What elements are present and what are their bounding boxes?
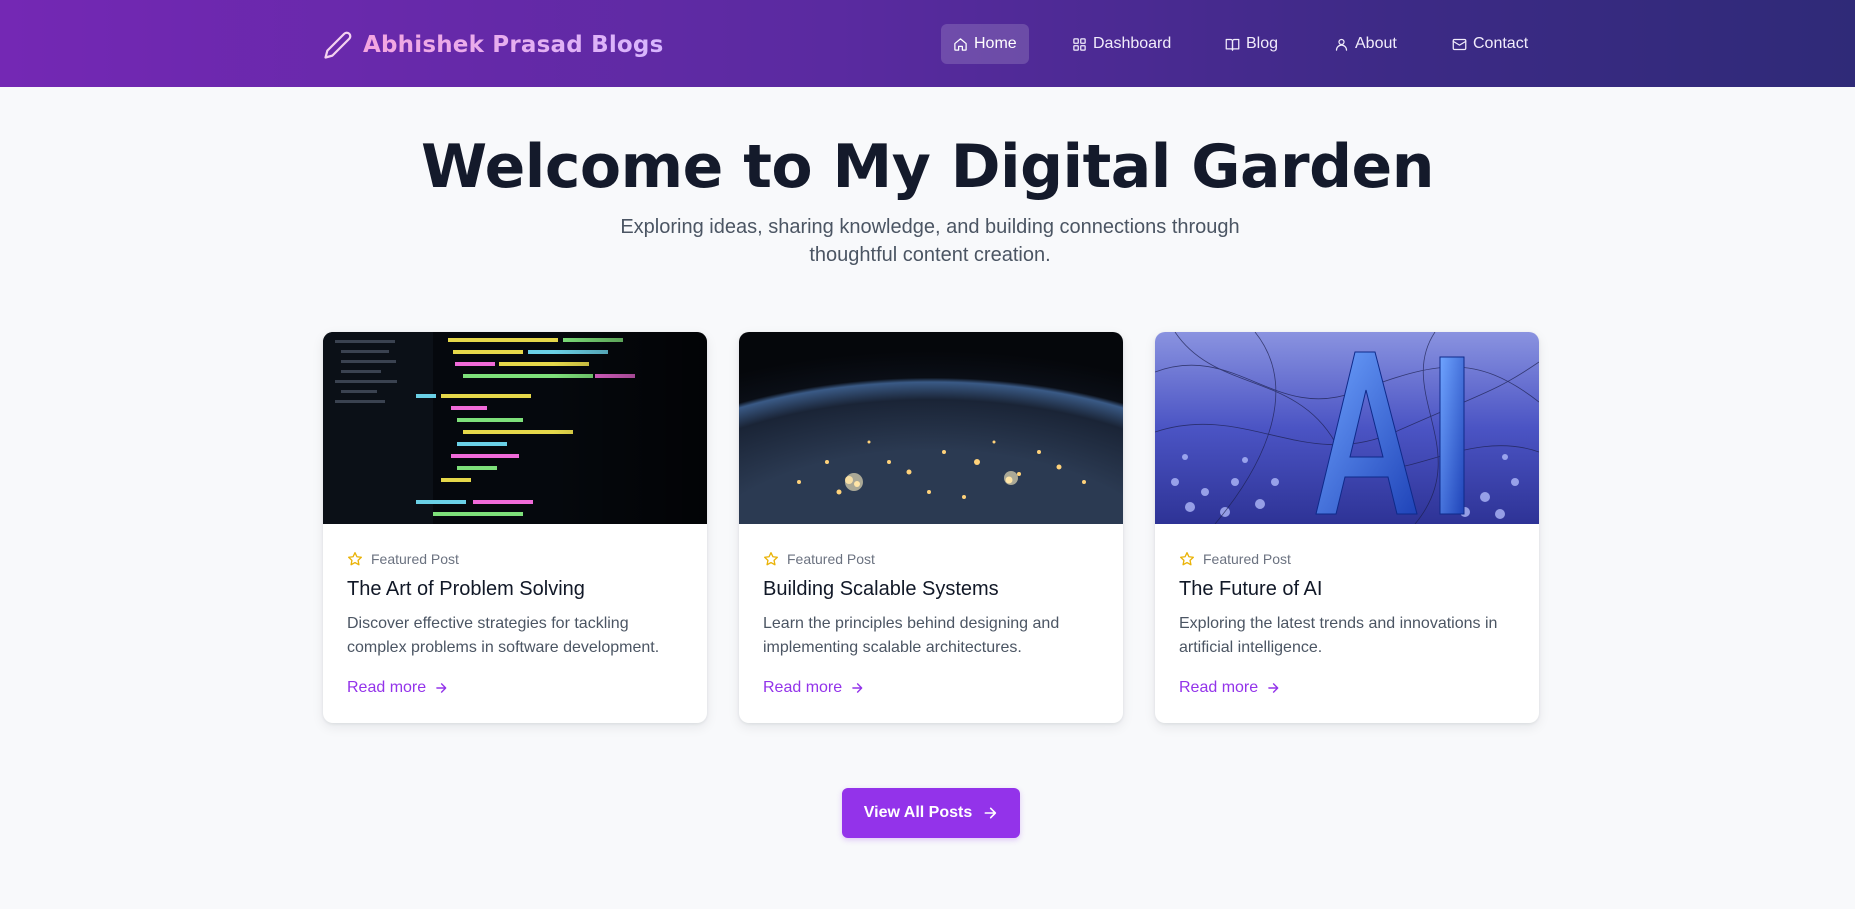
site-header: Abhishek Prasad Blogs Home Dashboard Blo… xyxy=(0,0,1855,87)
page-subtitle: Exploring ideas, sharing knowledge, and … xyxy=(620,216,1240,266)
user-icon xyxy=(1335,38,1348,51)
featured-badge: Featured Post xyxy=(347,549,459,569)
nav-item-contact[interactable]: Contact xyxy=(1440,24,1540,64)
star-icon xyxy=(1180,552,1194,566)
star-icon xyxy=(764,552,778,566)
nav-item-label: Home xyxy=(974,35,1017,52)
nav-item-label: Contact xyxy=(1473,35,1529,52)
post-title[interactable]: The Future of AI xyxy=(1179,578,1519,601)
nav-item-blog[interactable]: Blog xyxy=(1213,24,1290,64)
read-more-link[interactable]: Read more xyxy=(1179,677,1280,699)
mail-icon xyxy=(1452,38,1467,50)
post-title[interactable]: Building Scalable Systems xyxy=(763,578,1103,601)
view-all-posts-button[interactable]: View All Posts xyxy=(842,788,1020,838)
home-icon xyxy=(954,37,967,51)
read-more-link[interactable]: Read more xyxy=(763,677,864,699)
read-more-label: Read more xyxy=(1179,679,1259,696)
view-all-posts-label: View All Posts xyxy=(863,804,973,821)
post-card[interactable]: Featured Post The Art of Problem Solving… xyxy=(323,332,707,723)
post-description: Exploring the latest trends and innovati… xyxy=(1179,615,1498,656)
book-icon xyxy=(1225,38,1240,51)
read-more-link[interactable]: Read more xyxy=(347,677,448,699)
nav-item-home[interactable]: Home xyxy=(941,24,1029,64)
featured-badge-label: Featured Post xyxy=(1203,551,1291,567)
featured-badge-label: Featured Post xyxy=(371,551,459,567)
featured-badge: Featured Post xyxy=(1179,549,1291,569)
featured-badge-label: Featured Post xyxy=(787,551,875,567)
featured-badge: Featured Post xyxy=(763,549,875,569)
arrow-right-icon xyxy=(436,683,447,693)
arrow-right-icon xyxy=(1268,683,1279,693)
page-title: Welcome to My Digital Garden xyxy=(421,132,1434,202)
post-card[interactable]: Featured Post The Future of AI Exploring… xyxy=(1155,332,1539,723)
earth-night-image xyxy=(739,332,1123,524)
dashboard-icon xyxy=(1073,37,1086,51)
read-more-label: Read more xyxy=(763,679,843,696)
nav-item-label: Dashboard xyxy=(1093,35,1172,52)
nav-item-about[interactable]: About xyxy=(1322,24,1409,64)
nav-item-label: Blog xyxy=(1246,35,1279,52)
arrow-right-icon xyxy=(984,807,997,819)
post-title[interactable]: The Art of Problem Solving xyxy=(347,578,687,601)
main-nav: Home Dashboard Blog About Contact xyxy=(0,24,1855,64)
nav-item-label: About xyxy=(1355,35,1397,52)
arrow-right-icon xyxy=(852,683,863,693)
read-more-label: Read more xyxy=(347,679,427,696)
nav-item-dashboard[interactable]: Dashboard xyxy=(1060,24,1183,64)
post-description: Discover effective strategies for tackli… xyxy=(347,615,660,656)
post-description: Learn the principles behind designing an… xyxy=(763,615,1060,656)
ai-letters-image xyxy=(1155,332,1539,524)
code-editor-image xyxy=(323,332,707,524)
star-icon xyxy=(348,552,362,566)
post-card[interactable]: Featured Post Building Scalable Systems … xyxy=(739,332,1123,723)
